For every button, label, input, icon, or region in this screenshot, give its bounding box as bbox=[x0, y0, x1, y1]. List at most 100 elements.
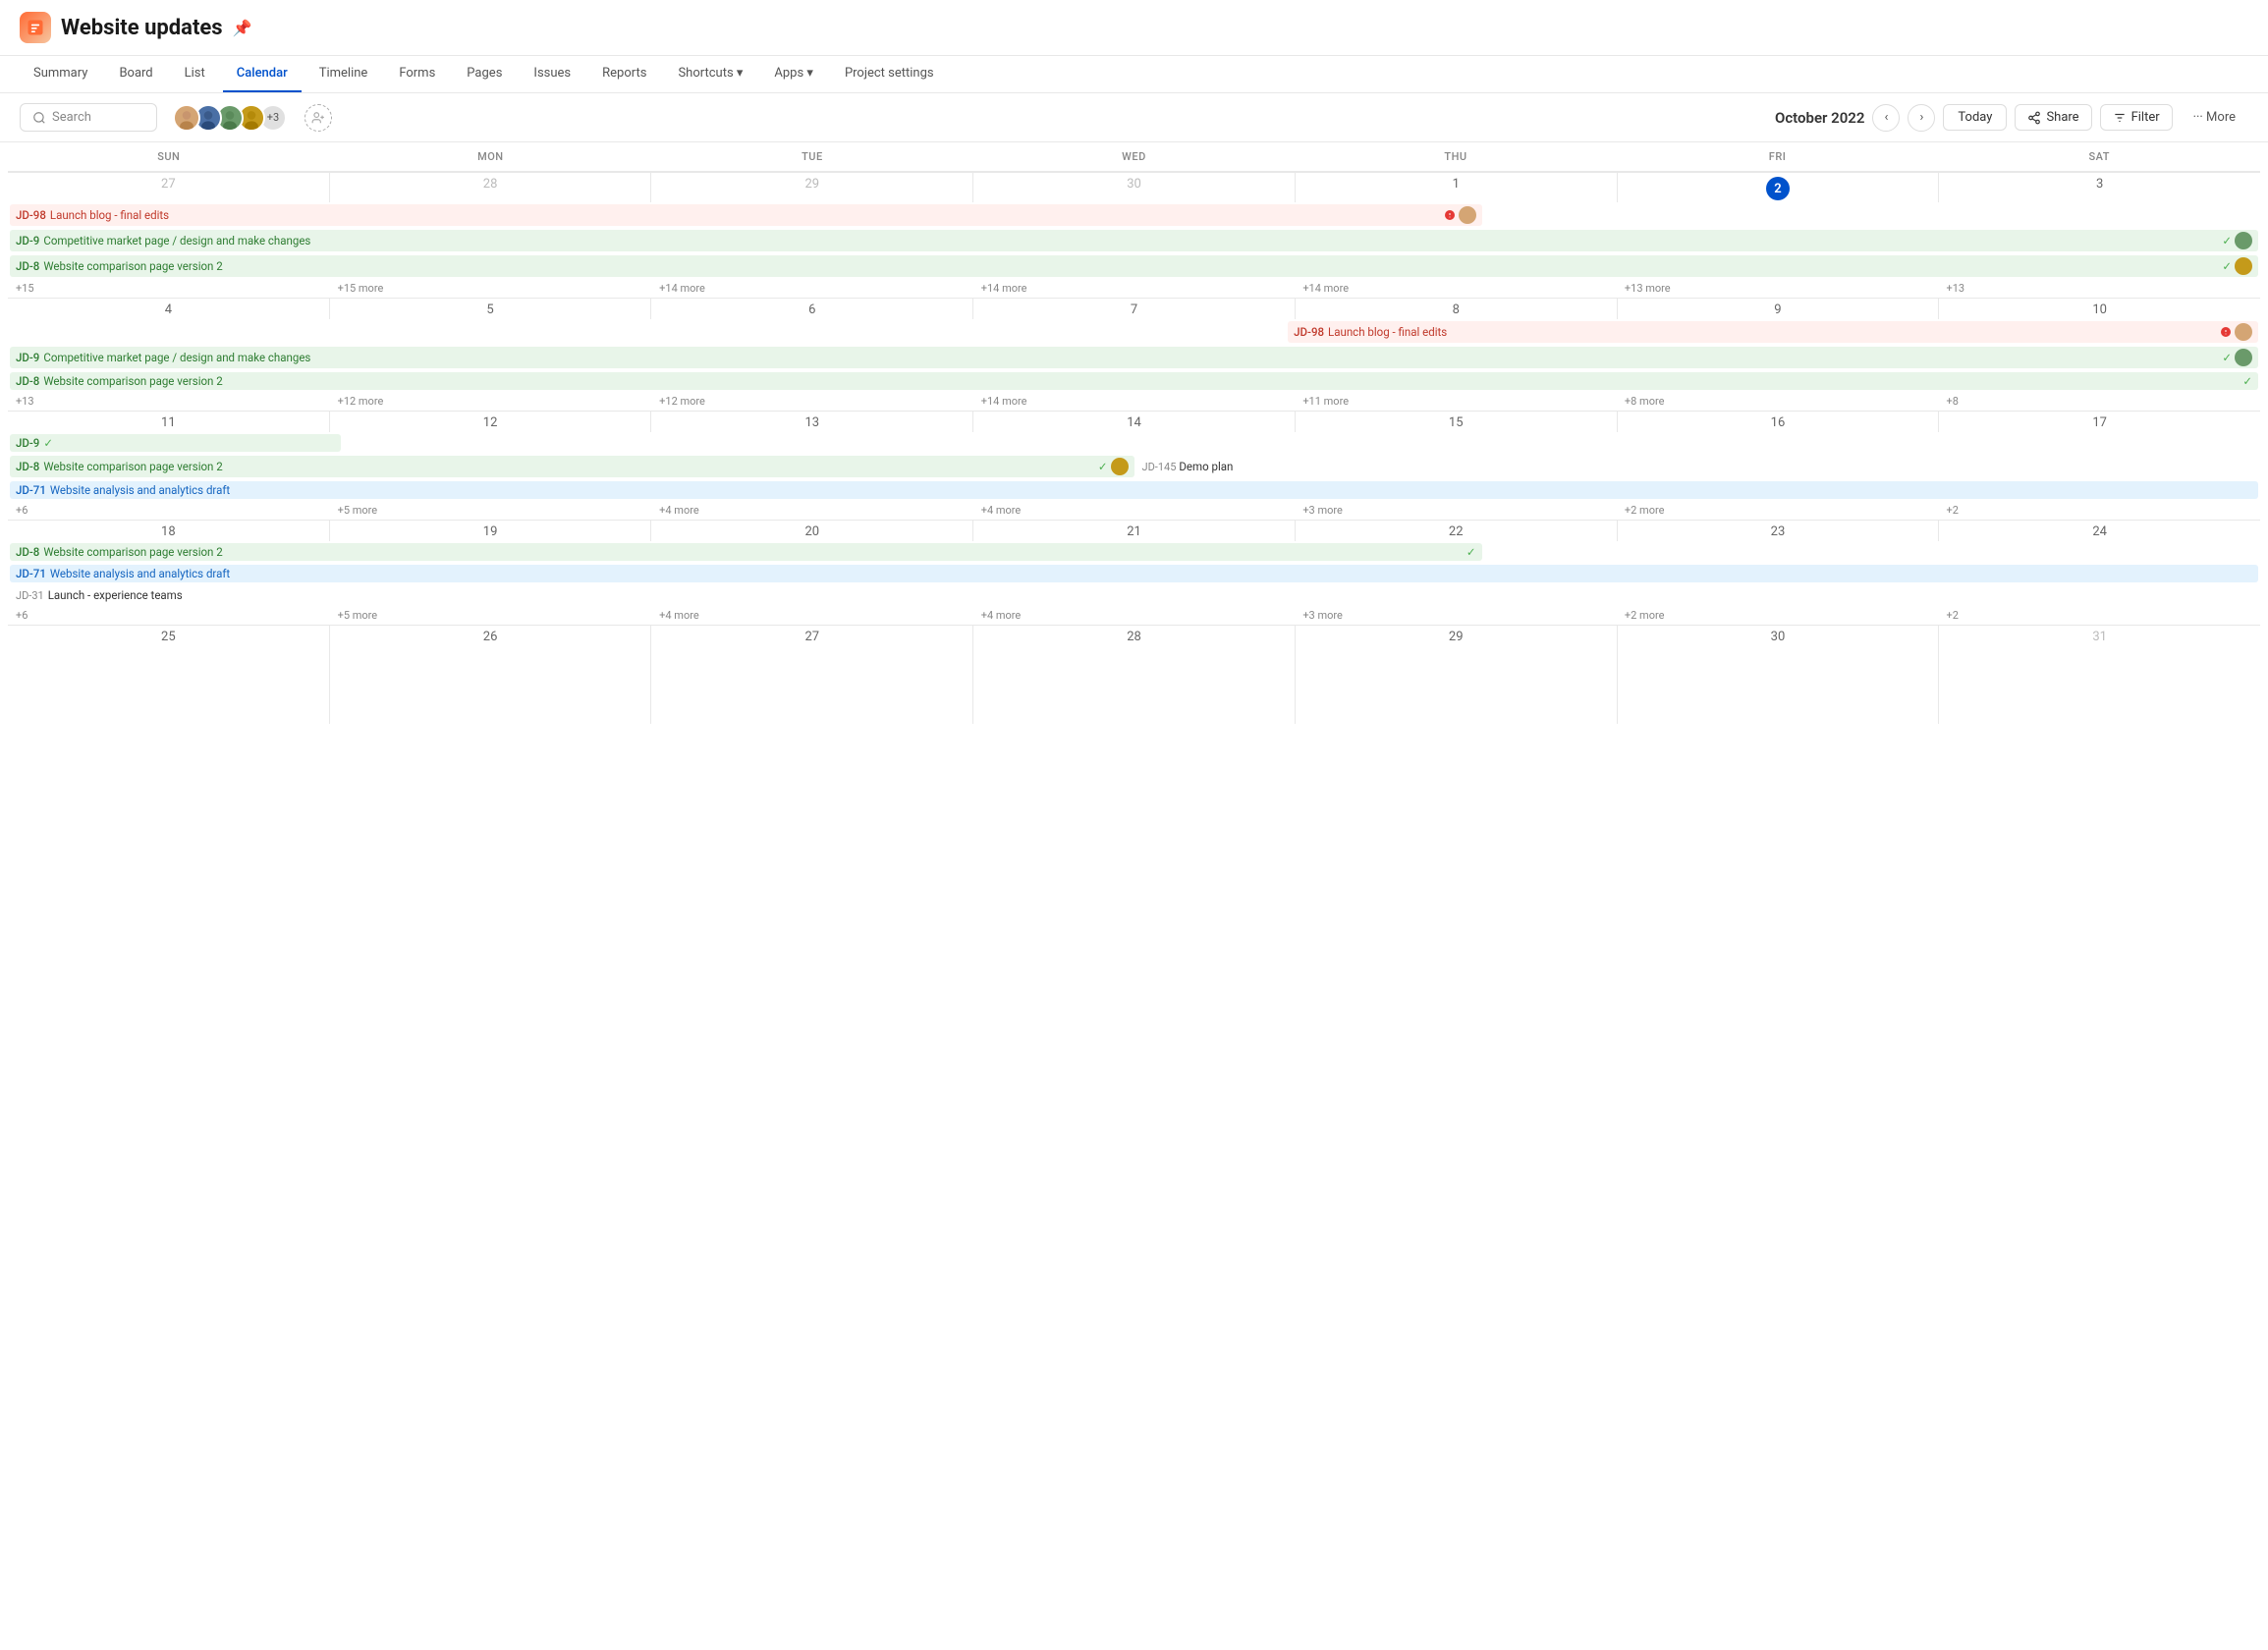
nav-pages[interactable]: Pages bbox=[453, 56, 516, 92]
event-jd98-w1[interactable]: JD-98 Launch blog - final edits bbox=[10, 204, 1482, 226]
more-w1-sun[interactable]: +15 bbox=[12, 280, 38, 297]
more-w4-thu[interactable]: +3 more bbox=[1299, 607, 1347, 624]
event-jd9-w3[interactable]: JD-9 ✓ bbox=[10, 434, 341, 452]
more-w4-sun[interactable]: +6 bbox=[12, 607, 31, 624]
event-jd31-w4[interactable]: JD-31 Launch - experience teams bbox=[10, 586, 2258, 604]
more-w1-mon[interactable]: +15 more bbox=[334, 280, 388, 297]
day-num-30: 30 bbox=[973, 173, 1295, 193]
search-box[interactable]: Search bbox=[20, 103, 157, 132]
col-sun: SUN bbox=[8, 142, 330, 172]
more-w2-fri[interactable]: +8 more bbox=[1621, 393, 1669, 410]
col-fri: FRI bbox=[1617, 142, 1939, 172]
more-w2-wed[interactable]: +14 more bbox=[977, 393, 1031, 410]
nav-shortcuts[interactable]: Shortcuts ▾ bbox=[664, 56, 756, 92]
nav-calendar[interactable]: Calendar bbox=[223, 56, 302, 92]
w1-day-3: 3 bbox=[1939, 173, 2260, 202]
more-w4-sat[interactable]: +2 bbox=[1942, 607, 1962, 624]
nav-issues[interactable]: Issues bbox=[520, 56, 584, 92]
more-w3-wed[interactable]: +4 more bbox=[977, 502, 1025, 519]
share-icon bbox=[2027, 111, 2041, 125]
w1-day-1: 1 bbox=[1296, 173, 1618, 202]
add-member-button[interactable] bbox=[304, 104, 332, 132]
event-jd9-w1[interactable]: JD-9 Competitive market page / design an… bbox=[10, 230, 2258, 251]
event-jd145-w3[interactable]: JD-145 Demo plan bbox=[1136, 455, 1520, 478]
col-wed: WED bbox=[973, 142, 1296, 172]
col-tue: TUE bbox=[651, 142, 973, 172]
event-jd8-w3[interactable]: JD-8 Website comparison page version 2 ✓ bbox=[10, 456, 1134, 477]
app-header: Website updates 📌 bbox=[0, 0, 2268, 56]
more-w3-sat[interactable]: +2 bbox=[1942, 502, 1962, 519]
more-w1-fri[interactable]: +13 more bbox=[1621, 280, 1675, 297]
day-num-28: 28 bbox=[330, 173, 651, 193]
more-button[interactable]: ··· More bbox=[2181, 104, 2248, 131]
week-2-span: 4 5 6 7 8 9 10 JD-98 Launch blog - final bbox=[8, 299, 2260, 412]
event-jd98-w2[interactable]: JD-98 Launch blog - final edits bbox=[1288, 321, 2258, 343]
search-placeholder: Search bbox=[52, 110, 91, 125]
pin-icon[interactable]: 📌 bbox=[233, 19, 252, 37]
app-icon bbox=[20, 12, 51, 43]
nav-apps[interactable]: Apps ▾ bbox=[760, 56, 827, 92]
event-jd8-w4[interactable]: JD-8 Website comparison page version 2 ✓ bbox=[10, 543, 1482, 561]
more-w2-tue[interactable]: +12 more bbox=[655, 393, 709, 410]
nav-forms[interactable]: Forms bbox=[385, 56, 449, 92]
event-jd71-w3[interactable]: JD-71 Website analysis and analytics dra… bbox=[10, 481, 2258, 499]
event-jd8-w2[interactable]: JD-8 Website comparison page version 2 ✓ bbox=[10, 372, 2258, 390]
more-w3-fri[interactable]: +2 more bbox=[1621, 502, 1669, 519]
nav-bar: Summary Board List Calendar Timeline For… bbox=[0, 56, 2268, 93]
filter-button[interactable]: Filter bbox=[2100, 104, 2173, 131]
today-badge: 2 bbox=[1766, 177, 1790, 200]
filter-label: Filter bbox=[2131, 110, 2160, 125]
more-w1-tue[interactable]: +14 more bbox=[655, 280, 709, 297]
calendar-week-5: 25 26 27 28 29 30 31 bbox=[8, 626, 2260, 724]
more-w3-thu[interactable]: +3 more bbox=[1299, 502, 1347, 519]
more-w2-sat[interactable]: +8 bbox=[1942, 393, 1962, 410]
more-w1-thu[interactable]: +14 more bbox=[1299, 280, 1353, 297]
filter-icon bbox=[2113, 111, 2127, 125]
col-sat: SAT bbox=[1938, 142, 2260, 172]
more-w4-tue[interactable]: +4 more bbox=[655, 607, 703, 624]
day-num-1: 1 bbox=[1296, 173, 1617, 193]
more-w3-mon[interactable]: +5 more bbox=[334, 502, 382, 519]
nav-timeline[interactable]: Timeline bbox=[305, 56, 382, 92]
search-icon bbox=[32, 111, 46, 125]
calendar-week-2: 4 5 6 7 8 9 10 JD-98 Launch blog - final bbox=[8, 299, 2260, 412]
more-w1-wed[interactable]: +14 more bbox=[977, 280, 1031, 297]
col-mon: MON bbox=[330, 142, 652, 172]
prev-month-button[interactable]: ‹ bbox=[1872, 104, 1900, 132]
week-4-span: 18 19 20 21 22 23 24 JD-8 Website compar… bbox=[8, 521, 2260, 626]
nav-reports[interactable]: Reports bbox=[588, 56, 660, 92]
nav-summary[interactable]: Summary bbox=[20, 56, 101, 92]
next-month-button[interactable]: › bbox=[1908, 104, 1935, 132]
more-w1-sat[interactable]: +13 bbox=[1942, 280, 1968, 297]
day-num-29: 29 bbox=[651, 173, 972, 193]
col-thu: THU bbox=[1295, 142, 1617, 172]
w1-day-29: 29 bbox=[651, 173, 973, 202]
more-w2-sun[interactable]: +13 bbox=[12, 393, 38, 410]
share-label: Share bbox=[2046, 110, 2078, 125]
event-jd8-w1[interactable]: JD-8 Website comparison page version 2 ✓ bbox=[10, 255, 2258, 277]
calendar-week-3: 11 12 13 14 15 16 17 JD-9 ✓ bbox=[8, 412, 2260, 521]
w1-day-28: 28 bbox=[330, 173, 652, 202]
day-num-3: 3 bbox=[1939, 173, 2260, 193]
today-button[interactable]: Today bbox=[1943, 104, 2007, 131]
page-title: Website updates bbox=[61, 16, 223, 40]
calendar-container: SUN MON TUE WED THU FRI SAT 27 28 bbox=[0, 142, 2268, 724]
calendar-week-4: 18 19 20 21 22 23 24 JD-8 Website compar… bbox=[8, 521, 2260, 626]
more-w4-mon[interactable]: +5 more bbox=[334, 607, 382, 624]
more-w2-thu[interactable]: +11 more bbox=[1299, 393, 1353, 410]
more-w4-fri[interactable]: +2 more bbox=[1621, 607, 1669, 624]
more-w3-sun[interactable]: +6 bbox=[12, 502, 31, 519]
event-jd71-w4[interactable]: JD-71 Website analysis and analytics dra… bbox=[10, 565, 2258, 582]
nav-list[interactable]: List bbox=[171, 56, 219, 92]
more-w2-mon[interactable]: +12 more bbox=[334, 393, 388, 410]
calendar-table: SUN MON TUE WED THU FRI SAT 27 28 bbox=[8, 142, 2260, 724]
more-w4-wed[interactable]: +4 more bbox=[977, 607, 1025, 624]
nav-project-settings[interactable]: Project settings bbox=[831, 56, 948, 92]
event-jd9-w2[interactable]: JD-9 Competitive market page / design an… bbox=[10, 347, 2258, 368]
nav-board[interactable]: Board bbox=[105, 56, 166, 92]
more-w3-tue[interactable]: +4 more bbox=[655, 502, 703, 519]
share-button[interactable]: Share bbox=[2015, 104, 2091, 131]
avatar-1[interactable] bbox=[173, 104, 200, 132]
week-1-span: 27 28 29 30 1 bbox=[8, 172, 2260, 300]
w1-day-27: 27 bbox=[8, 173, 330, 202]
